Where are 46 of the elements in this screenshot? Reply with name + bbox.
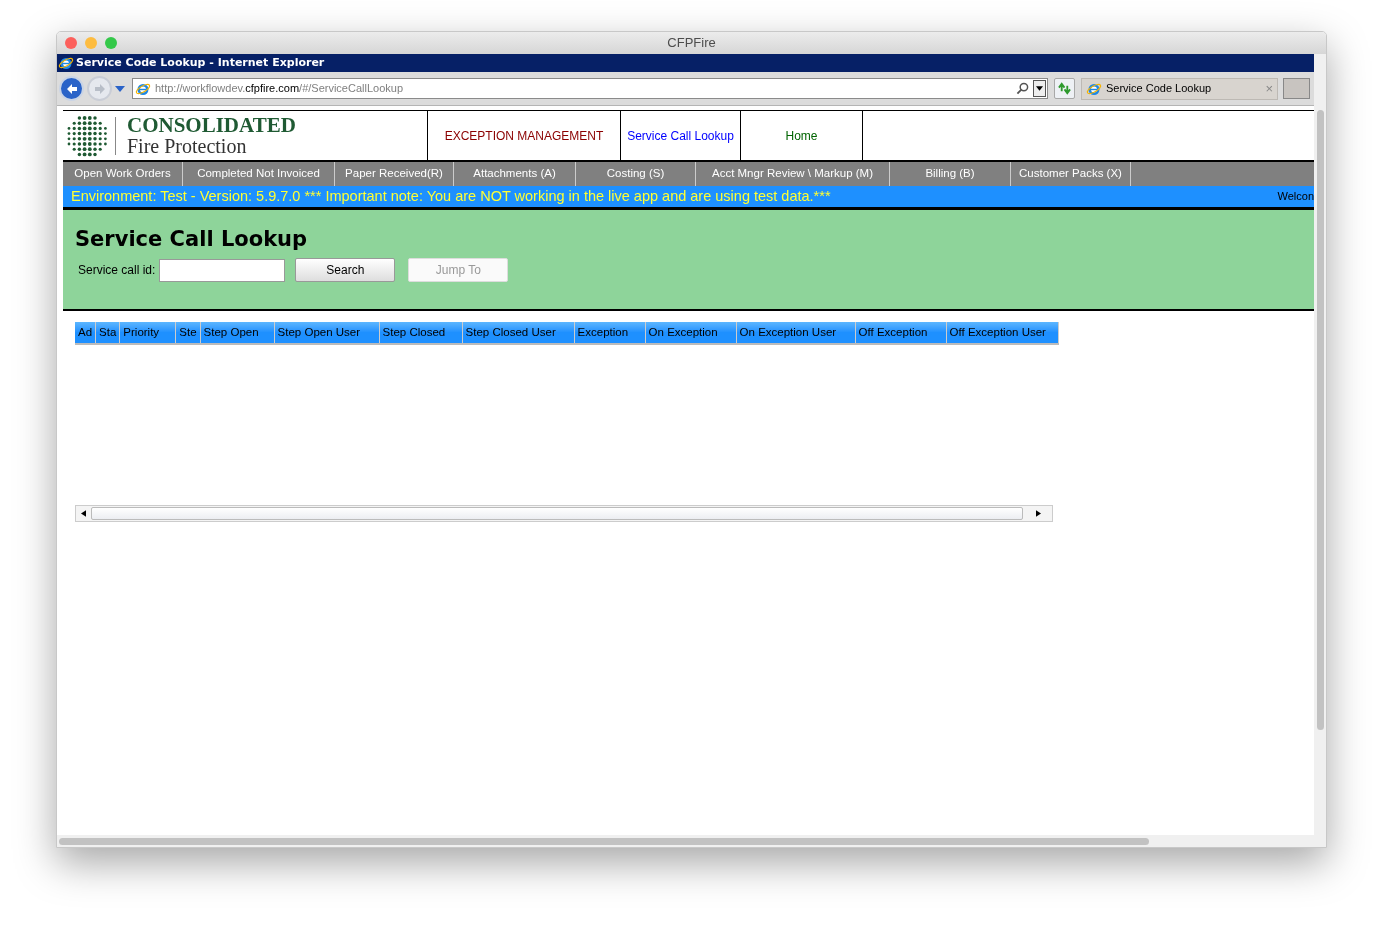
tab-label: Service Code Lookup	[1106, 81, 1213, 97]
page-title: Service Call Lookup	[75, 226, 309, 253]
logo-title: CONSOLIDATED	[127, 115, 296, 136]
close-window-button[interactable]	[65, 37, 77, 49]
dot-globe-icon	[65, 113, 109, 158]
caret-icon	[1036, 86, 1043, 91]
logo-subtitle: Fire Protection	[127, 136, 248, 156]
scroll-right-icon[interactable]	[1036, 510, 1041, 517]
forward-arrow-icon	[93, 82, 106, 95]
page-scrollbar-thumb[interactable]	[59, 837, 1149, 845]
refresh-arrows-icon	[1058, 82, 1071, 95]
window-title: CFPFire	[667, 34, 716, 53]
dropdown-button[interactable]	[1033, 80, 1046, 97]
column-header[interactable]: Sta	[96, 322, 121, 343]
column-header[interactable]: Step Closed User	[462, 322, 575, 343]
browser-logo-icon	[58, 55, 74, 71]
welcome-text: Welcon	[1277, 189, 1314, 205]
browser-title: Service Code Lookup - Internet Explorer	[76, 54, 325, 71]
environment-notice: Environment: Test - Version: 5.9.7.0 *** Important note: You are NOT working in the live app and are using test data.***	[71, 186, 831, 206]
search-icon[interactable]	[1016, 82, 1029, 95]
column-header[interactable]: Step Open	[200, 322, 275, 343]
refresh-button[interactable]	[1054, 78, 1075, 99]
column-header[interactable]: Step Closed	[379, 322, 463, 343]
vertical-scrollbar-thumb[interactable]	[1316, 110, 1324, 730]
maximize-window-button[interactable]	[105, 37, 117, 49]
dropdown-caret-icon[interactable]	[115, 85, 125, 92]
address-field[interactable]: http://workflowdev.cfpfire.com/#/ServiceCallLookup	[132, 78, 1048, 99]
column-header[interactable]: Off Exception User	[946, 322, 1059, 343]
column-header[interactable]: Exception	[574, 322, 646, 343]
field-label: Service call id:	[78, 262, 156, 280]
action-button[interactable]: Search	[295, 258, 396, 283]
column-header[interactable]: Step Open User	[274, 322, 380, 343]
horizontal-scrollbar[interactable]	[75, 505, 1053, 522]
service-call-id-field[interactable]	[159, 258, 286, 282]
column-header[interactable]: Ste	[176, 322, 201, 343]
back-arrow-icon	[65, 82, 78, 95]
column-header[interactable]: Ad	[75, 322, 97, 343]
scroll-left-icon[interactable]	[81, 510, 86, 517]
address-url: http://workflowdev.cfpfire.com/#/ServiceCallLookup	[155, 81, 405, 97]
column-header[interactable]: On Exception	[645, 322, 737, 343]
column-header[interactable]: Priority	[120, 322, 177, 343]
column-header[interactable]: Off Exception	[855, 322, 947, 343]
browser-tab[interactable]: Service Code Lookup ×	[1081, 77, 1278, 100]
new-tab-button[interactable]	[1283, 78, 1310, 99]
back-button[interactable]	[59, 76, 84, 101]
column-header[interactable]: On Exception User	[736, 322, 856, 343]
